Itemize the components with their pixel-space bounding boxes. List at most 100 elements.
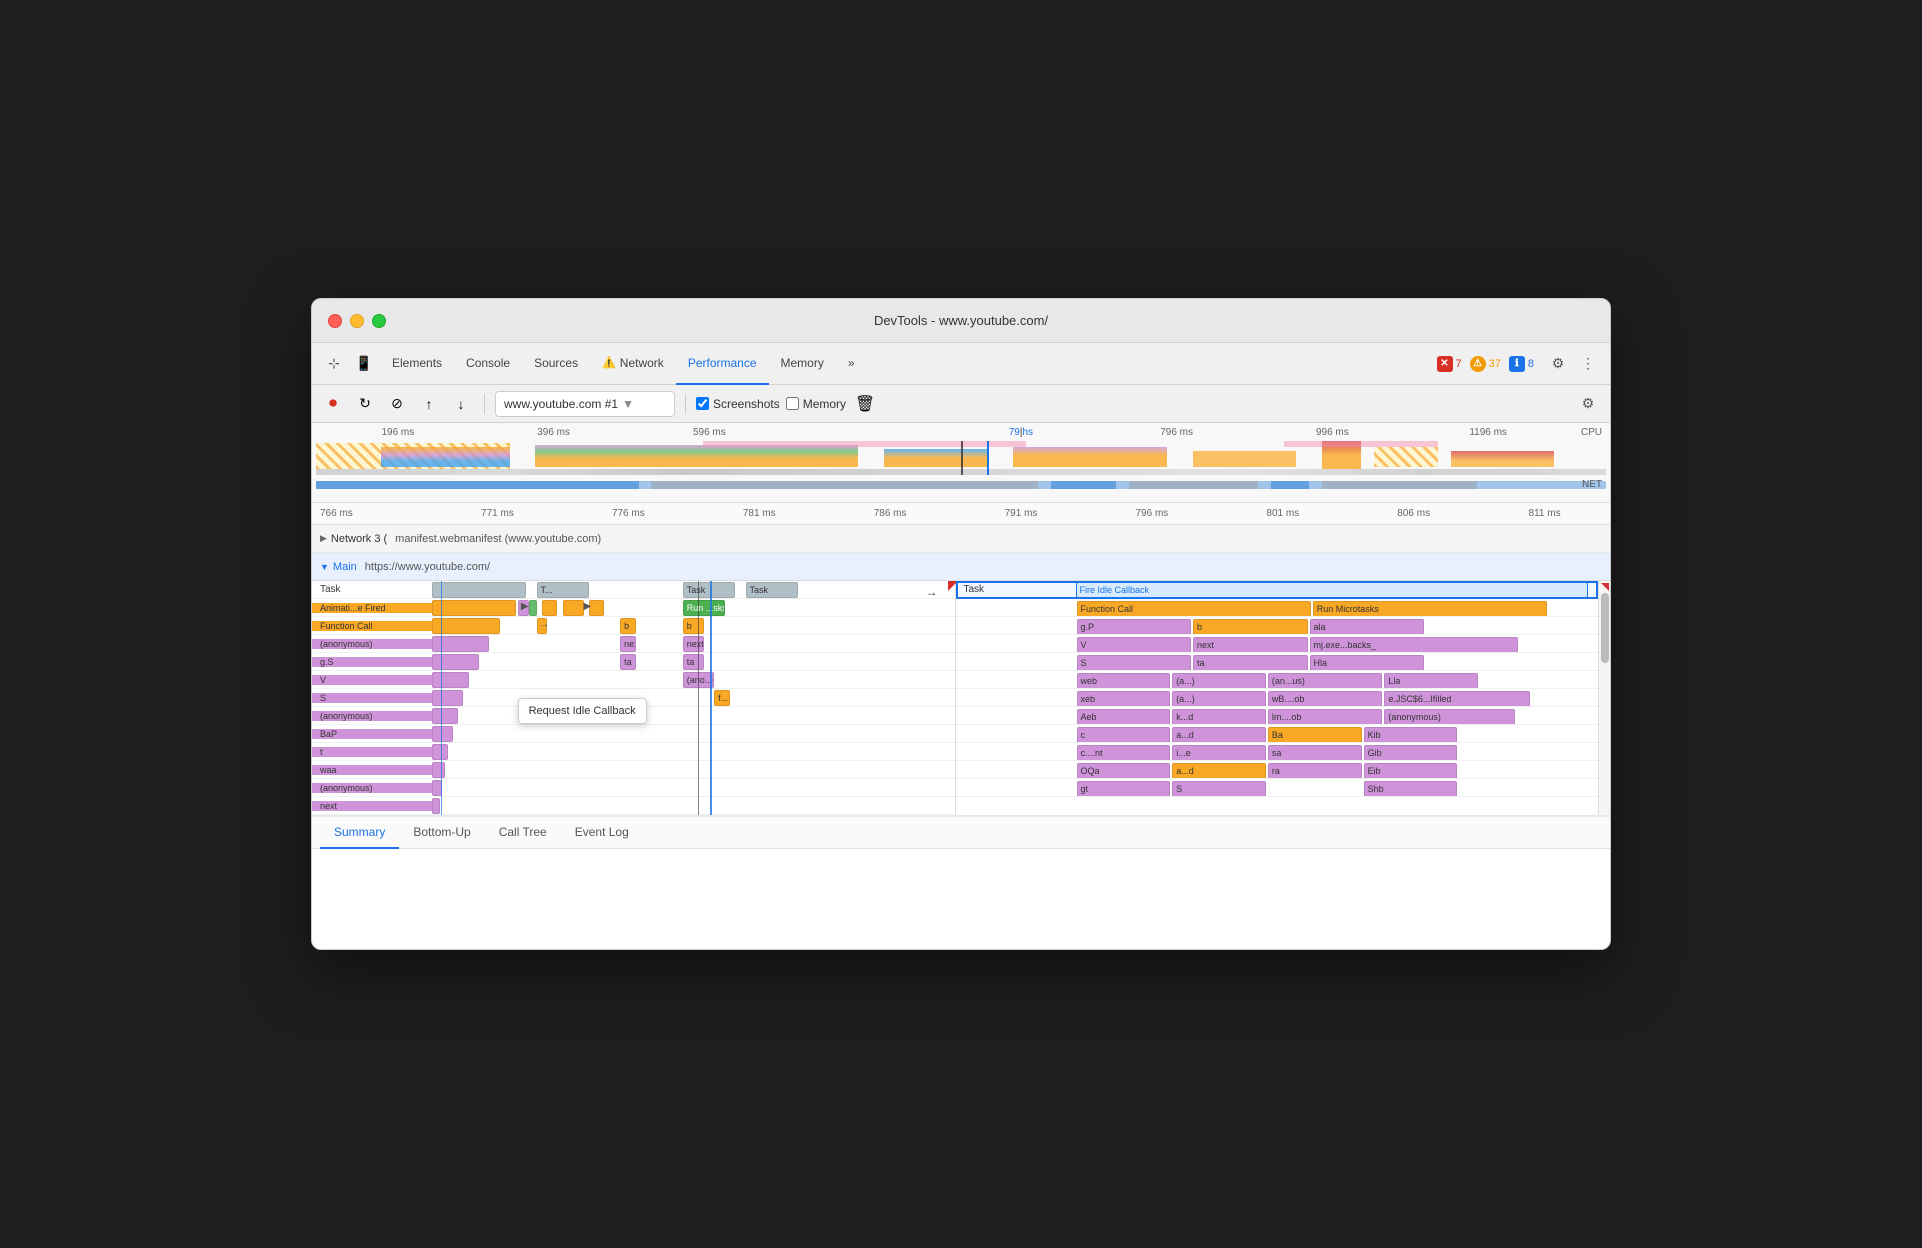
info-badge: ℹ 8: [1509, 356, 1534, 372]
flame-bar[interactable]: Task: [746, 582, 798, 598]
flame-bar[interactable]: [529, 600, 537, 616]
flame-bar[interactable]: c: [1077, 727, 1171, 742]
tab-overflow[interactable]: »: [836, 343, 867, 385]
flame-bar[interactable]: next: [620, 636, 636, 652]
flame-bar[interactable]: (a...): [1172, 691, 1266, 706]
flame-bar[interactable]: gt: [1077, 781, 1171, 796]
flame-bar[interactable]: Run Microtasks: [1313, 601, 1547, 616]
flame-bar[interactable]: S: [1172, 781, 1266, 796]
flame-bar[interactable]: web: [1077, 673, 1171, 688]
flame-bar[interactable]: Run ...sks: [683, 600, 725, 616]
flame-bar[interactable]: ta: [620, 654, 636, 670]
flame-bar[interactable]: ala: [1310, 619, 1425, 634]
tab-console[interactable]: Console: [454, 343, 522, 385]
flame-bar[interactable]: [432, 618, 500, 634]
perf-settings-icon[interactable]: ⚙: [1574, 390, 1602, 418]
minimize-button[interactable]: [350, 314, 364, 328]
flame-bar[interactable]: Hla: [1310, 655, 1425, 670]
flame-bar[interactable]: Task: [683, 582, 735, 598]
tab-memory[interactable]: Memory: [769, 343, 836, 385]
flame-bar[interactable]: i...e: [1172, 745, 1266, 760]
flame-bar[interactable]: [432, 690, 463, 706]
tab-bottom-up[interactable]: Bottom-Up: [399, 817, 484, 849]
memory-checkbox[interactable]: [786, 397, 799, 410]
flame-bar[interactable]: OQa: [1077, 763, 1171, 778]
flame-bar[interactable]: [432, 654, 479, 670]
flame-bar[interactable]: b: [683, 618, 704, 634]
tab-call-tree[interactable]: Call Tree: [485, 817, 561, 849]
refresh-button[interactable]: ↻: [352, 391, 378, 417]
flame-bar[interactable]: S: [1077, 655, 1192, 670]
main-section-header[interactable]: ▼ Main https://www.youtube.com/: [312, 553, 1610, 581]
flame-bar[interactable]: ta: [683, 654, 704, 670]
settings-icon[interactable]: ⚙: [1544, 350, 1572, 378]
flame-bar[interactable]: [432, 672, 469, 688]
flame-bar[interactable]: a...d: [1172, 727, 1266, 742]
screenshots-checkbox[interactable]: [696, 397, 709, 410]
flame-bar[interactable]: wB....ob: [1268, 691, 1383, 706]
flame-bar[interactable]: (an...us): [1268, 673, 1383, 688]
download-button[interactable]: ↓: [448, 391, 474, 417]
flame-bar[interactable]: V: [1077, 637, 1192, 652]
timeline-overview[interactable]: 196 ms 396 ms 596 ms 79|hs 796 ms 996 ms…: [312, 423, 1610, 503]
flame-bar[interactable]: [563, 600, 584, 616]
clear-button[interactable]: ⊘: [384, 391, 410, 417]
flame-bar[interactable]: e.JSC$6...Ifilled: [1384, 691, 1530, 706]
scrollbar-thumb[interactable]: [1601, 593, 1609, 663]
flame-bar[interactable]: [432, 582, 526, 598]
flame-bar[interactable]: b: [1193, 619, 1308, 634]
tab-sources[interactable]: Sources: [522, 343, 590, 385]
flame-bar[interactable]: [432, 600, 516, 616]
flame-bar[interactable]: mj.exe...backs_: [1310, 637, 1518, 652]
close-button[interactable]: [328, 314, 342, 328]
flame-bar[interactable]: [432, 708, 458, 724]
flame-bar[interactable]: Function Call: [1077, 601, 1311, 616]
maximize-button[interactable]: [372, 314, 386, 328]
flame-bar[interactable]: g.P: [1077, 619, 1192, 634]
flame-bar[interactable]: lm....ob: [1268, 709, 1383, 724]
tab-elements[interactable]: Elements: [380, 343, 454, 385]
more-options-icon[interactable]: ⋮: [1574, 350, 1602, 378]
flame-bar[interactable]: T...: [537, 582, 589, 598]
flame-bar[interactable]: Kib: [1364, 727, 1458, 742]
fire-idle-bar[interactable]: Fire Idle Callback: [1076, 582, 1588, 598]
vertical-scrollbar[interactable]: [1598, 581, 1610, 815]
flame-bar[interactable]: (a...): [1172, 673, 1266, 688]
tab-event-log[interactable]: Event Log: [561, 817, 643, 849]
flame-bar[interactable]: [432, 762, 445, 778]
screenshots-checkbox-group[interactable]: Screenshots: [696, 397, 780, 411]
flame-bar[interactable]: Eib: [1364, 763, 1458, 778]
flame-bar[interactable]: Ba: [1268, 727, 1362, 742]
url-dropdown-icon[interactable]: ▼: [622, 397, 634, 411]
flame-bar[interactable]: next: [683, 636, 704, 652]
flame-bar[interactable]: ta: [1193, 655, 1308, 670]
flame-bar[interactable]: sa: [1268, 745, 1362, 760]
flame-bar[interactable]: f...: [714, 690, 730, 706]
flame-bar[interactable]: ra: [1268, 763, 1362, 778]
tab-network[interactable]: ⚠️ Network: [590, 343, 676, 385]
flame-bar[interactable]: xeb: [1077, 691, 1171, 706]
upload-button[interactable]: ↑: [416, 391, 442, 417]
flame-bar[interactable]: c....nt: [1077, 745, 1171, 760]
table-row: gt S Shb: [956, 779, 1599, 797]
flame-bar[interactable]: Lla: [1384, 673, 1478, 688]
inspect-element-icon[interactable]: ⊹: [320, 350, 348, 378]
flame-bar[interactable]: a...d: [1172, 763, 1266, 778]
flame-bar[interactable]: [432, 798, 440, 814]
tab-performance[interactable]: Performance: [676, 343, 769, 385]
memory-checkbox-group[interactable]: Memory: [786, 397, 846, 411]
flame-bar[interactable]: [432, 726, 453, 742]
clear-recording-icon[interactable]: 🗑: [852, 391, 878, 417]
flame-bar[interactable]: (anonymous): [1384, 709, 1514, 724]
tab-summary[interactable]: Summary: [320, 817, 399, 849]
flame-bar[interactable]: [542, 600, 558, 616]
flame-bar[interactable]: Shb: [1364, 781, 1458, 796]
record-button[interactable]: ⏺: [320, 391, 346, 417]
flame-bar[interactable]: k...d: [1172, 709, 1266, 724]
device-toolbar-icon[interactable]: 📱: [350, 350, 378, 378]
flame-bar[interactable]: Aeb: [1077, 709, 1171, 724]
flame-bar[interactable]: next: [1193, 637, 1308, 652]
flame-bar[interactable]: Gib: [1364, 745, 1458, 760]
network-section-header[interactable]: ▶ Network 3 ( manifest.webmanifest (www.…: [312, 525, 1610, 553]
flame-bar[interactable]: b: [620, 618, 636, 634]
